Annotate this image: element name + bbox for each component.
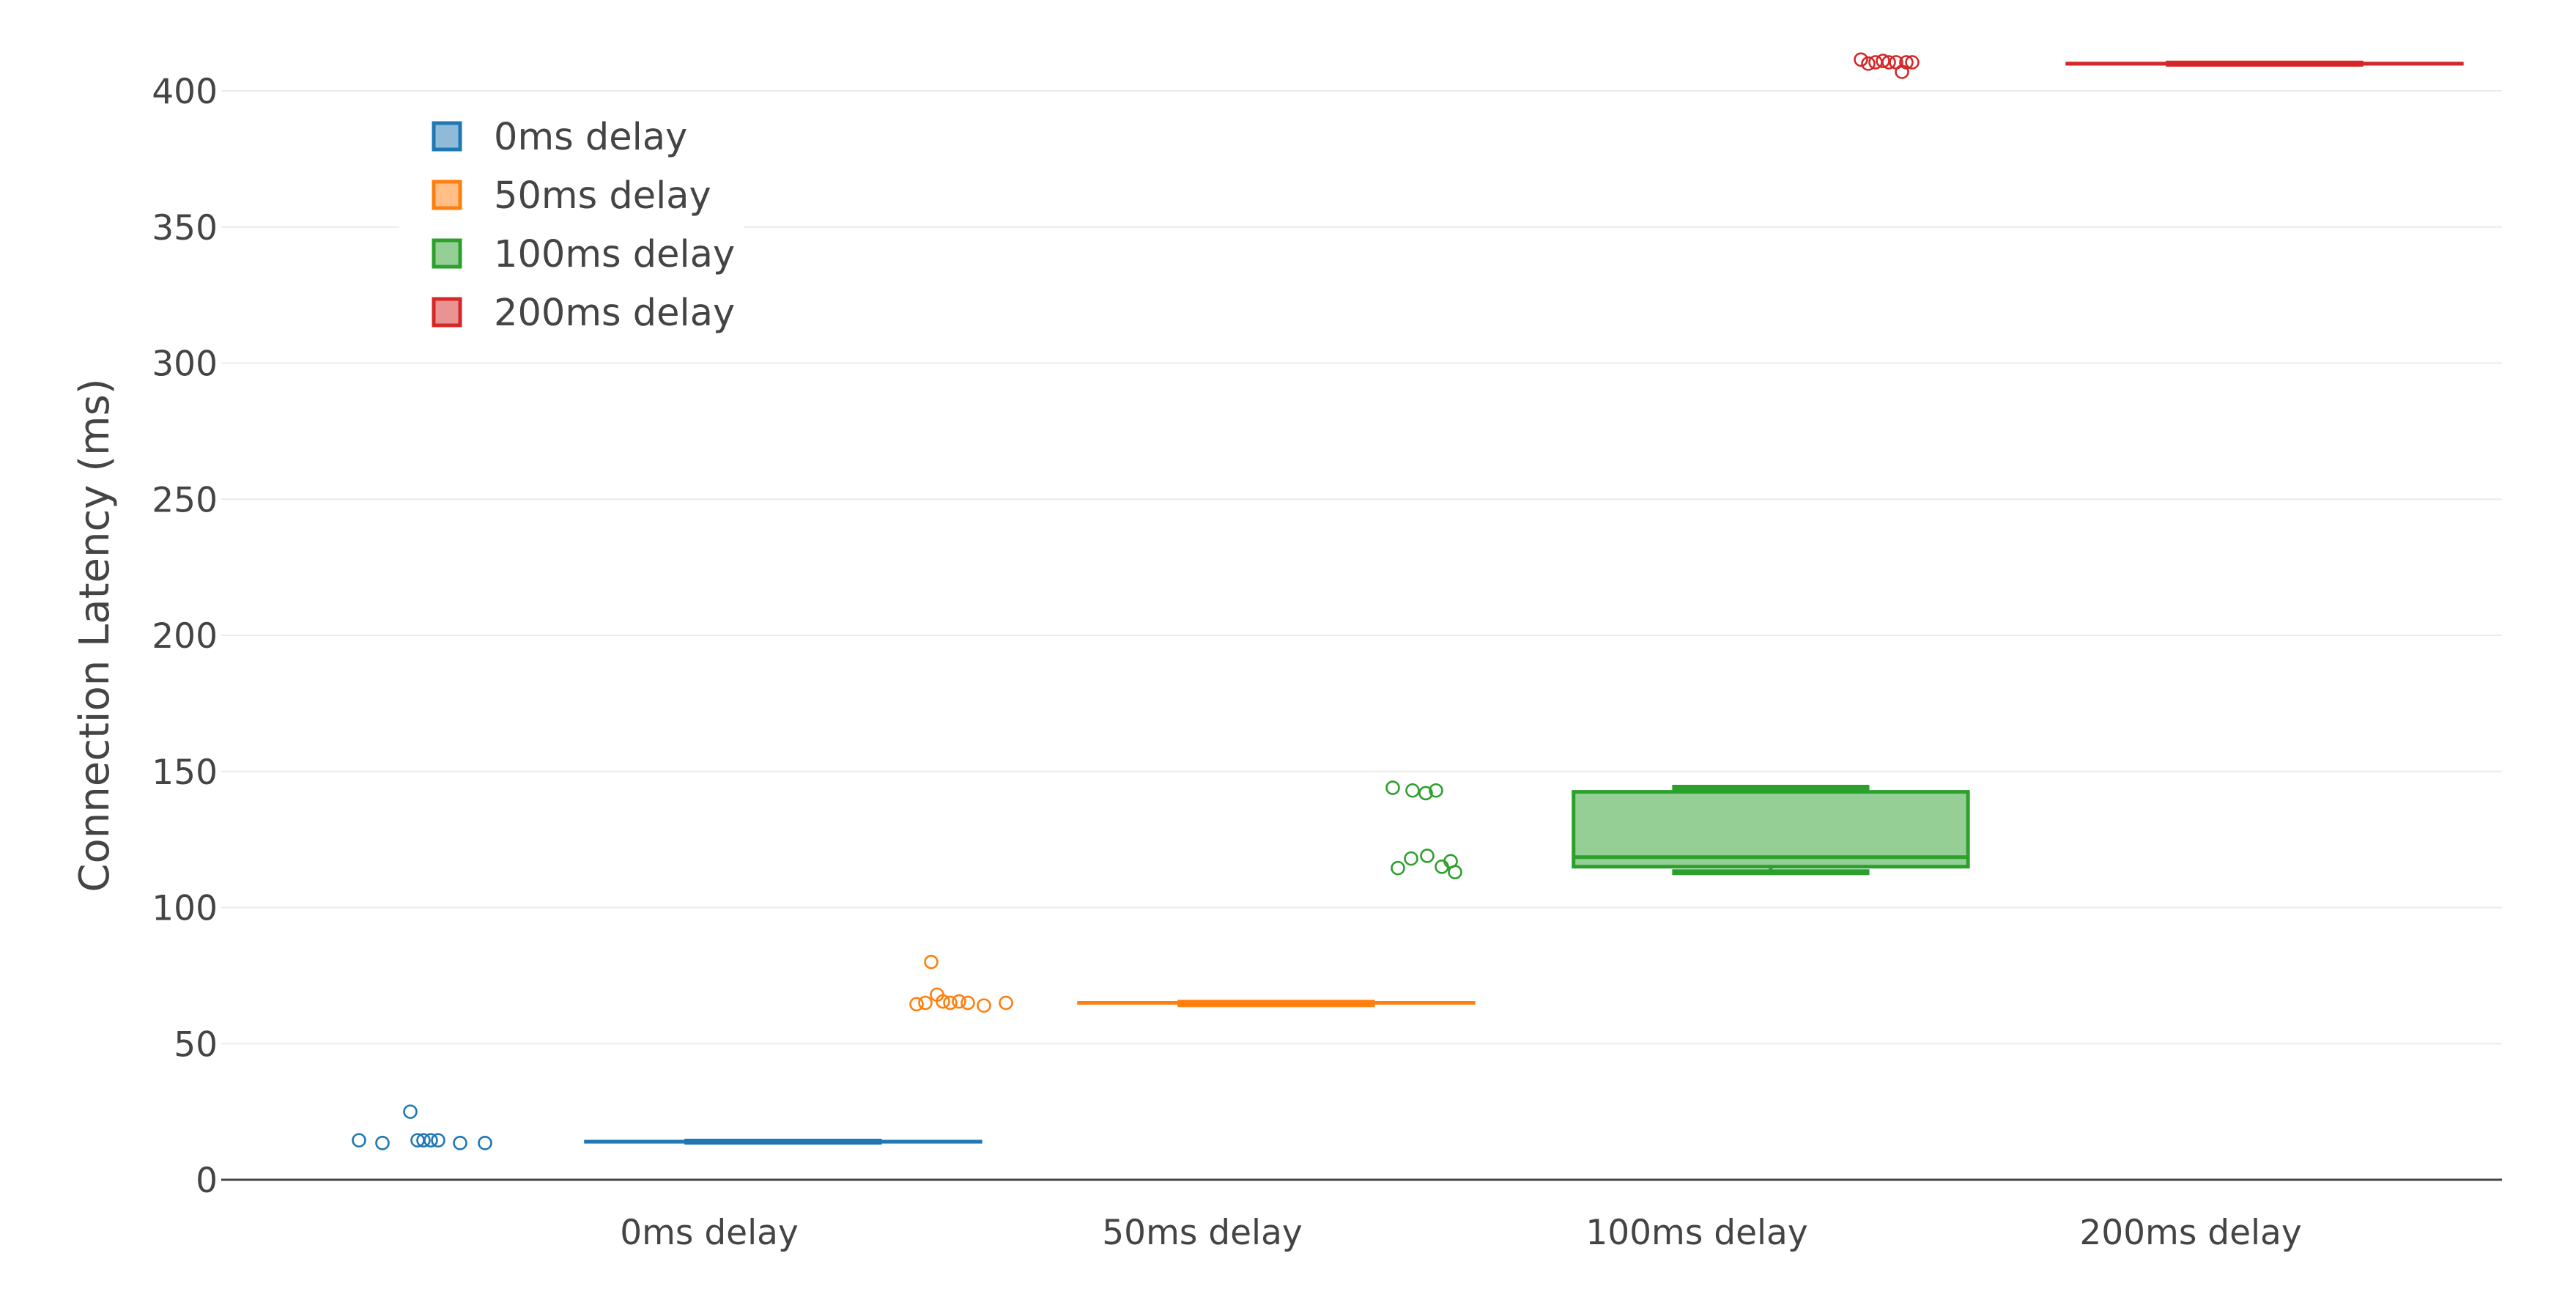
legend[interactable]: 0ms delay 50ms delay 100ms delay 200ms dela… xyxy=(399,103,744,337)
data-point xyxy=(961,995,975,1010)
legend-label: 100ms delay xyxy=(494,233,735,276)
y-tick-label: 250 xyxy=(152,480,218,520)
y-tick-label: 350 xyxy=(152,208,218,248)
y-tick-label: 0 xyxy=(196,1161,218,1201)
data-point xyxy=(924,955,939,969)
data-point xyxy=(1391,860,1405,876)
data-point xyxy=(431,1133,445,1148)
legend-swatch xyxy=(432,121,462,152)
x-tick-label: 0ms delay xyxy=(620,1213,799,1253)
y-tick-label: 200 xyxy=(152,616,218,657)
series-100ms-delay xyxy=(1385,780,1970,880)
legend-swatch xyxy=(432,297,462,328)
legend-label: 50ms delay xyxy=(494,174,711,218)
x-tick-label: 100ms delay xyxy=(1585,1213,1807,1253)
data-point xyxy=(352,1133,366,1148)
x-tick-label: 50ms delay xyxy=(1102,1213,1302,1253)
data-point xyxy=(1420,849,1435,863)
y-axis-title: Connection Latency (ms) xyxy=(71,378,119,892)
data-point xyxy=(1405,783,1420,798)
box-plot-chart: 0 50 100 150 200 250 300 350 400 0ms delay 50ms d… xyxy=(71,52,2502,1253)
x-tick-label: 200ms delay xyxy=(2079,1213,2301,1253)
legend-label: 0ms delay xyxy=(494,116,687,159)
data-point xyxy=(1854,52,1868,67)
data-point xyxy=(918,995,933,1010)
data-point xyxy=(375,1136,390,1150)
series-200ms-delay xyxy=(1854,52,2464,79)
data-point xyxy=(1448,865,1462,880)
data-point xyxy=(1404,851,1418,866)
series-50ms-delay xyxy=(909,955,1476,1013)
legend-label: 200ms delay xyxy=(494,292,735,335)
data-point xyxy=(403,1104,418,1119)
data-point xyxy=(478,1136,492,1150)
data-point xyxy=(453,1136,467,1150)
y-tick-label: 50 xyxy=(174,1024,218,1065)
data-point xyxy=(423,1133,438,1148)
data-point xyxy=(1385,780,1400,795)
legend-swatch xyxy=(432,180,462,210)
data-point xyxy=(999,995,1013,1010)
y-tick-label: 100 xyxy=(152,889,218,929)
x-tick-labels: 0ms delay 50ms delay 100ms delay 200ms dela… xyxy=(620,1213,2301,1253)
series-0ms-delay xyxy=(352,1104,982,1150)
legend-swatch xyxy=(432,238,462,269)
data-point xyxy=(977,998,991,1013)
y-tick-label: 150 xyxy=(152,753,218,793)
y-tick-labels: 0 50 100 150 200 250 300 350 400 xyxy=(152,72,218,1201)
y-tick-label: 300 xyxy=(152,344,218,385)
y-tick-label: 400 xyxy=(152,72,218,112)
